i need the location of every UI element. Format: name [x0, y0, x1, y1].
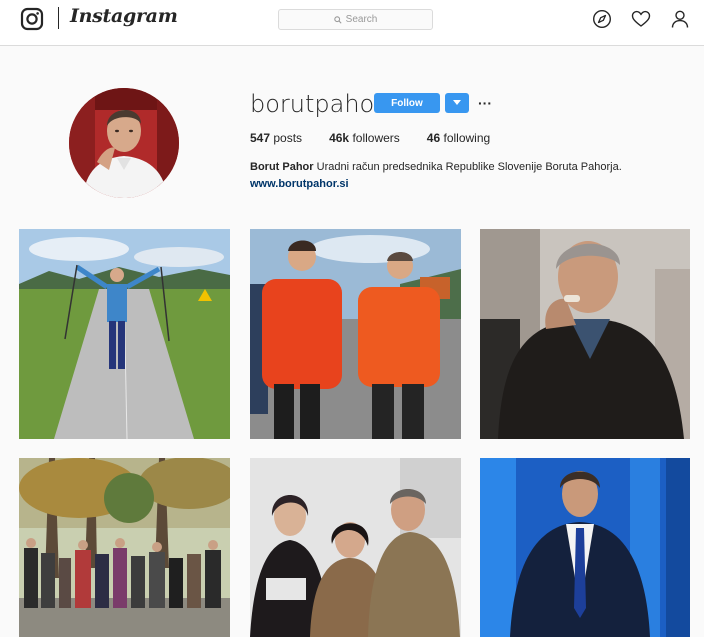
posts-count: 547: [250, 131, 271, 145]
posts-stat: 547 posts: [250, 131, 302, 145]
profile-bio-text: Uradni račun predsednika Republike Slove…: [316, 161, 622, 173]
post-image: [19, 458, 230, 637]
post-thumbnail[interactable]: [250, 458, 461, 637]
post-image: [250, 229, 461, 439]
profile-username: borutpahor: [250, 90, 385, 118]
post-image: [19, 229, 230, 439]
search-placeholder: Search: [345, 14, 378, 25]
follow-button[interactable]: Follow: [374, 93, 440, 113]
posts-label: posts: [273, 131, 303, 145]
top-navigation-bar: Instagram Search: [0, 0, 704, 46]
post-thumbnail[interactable]: [480, 458, 690, 637]
profile-user-icon[interactable]: [670, 9, 690, 29]
search-input[interactable]: Search: [278, 9, 433, 30]
post-image: [480, 458, 690, 637]
profile-full-name: Borut Pahor: [250, 161, 314, 173]
more-options-button[interactable]: ···: [478, 93, 492, 113]
activity-heart-icon[interactable]: [631, 9, 651, 29]
post-thumbnail[interactable]: [19, 229, 230, 439]
following-label: following: [443, 131, 491, 145]
followers-count: 46k: [329, 131, 350, 145]
instagram-wordmark[interactable]: Instagram: [70, 5, 178, 27]
post-image: [250, 458, 461, 637]
followers-label: followers: [352, 131, 400, 145]
search-icon: [333, 15, 342, 24]
post-thumbnail[interactable]: [250, 229, 461, 439]
post-image: [480, 229, 690, 439]
profile-avatar[interactable]: [69, 88, 179, 198]
explore-compass-icon[interactable]: [592, 9, 612, 29]
profile-bio: Borut Pahor Uradni račun predsednika Rep…: [250, 161, 622, 173]
logo-divider: [58, 7, 59, 29]
avatar-image: [69, 88, 179, 198]
profile-website-link[interactable]: www.borutpahor.si: [250, 178, 349, 190]
chevron-down-icon: [453, 100, 461, 105]
following-count: 46: [426, 131, 441, 145]
suggested-dropdown-button[interactable]: [445, 93, 469, 113]
instagram-logo-icon[interactable]: [20, 7, 44, 31]
post-thumbnail[interactable]: [480, 229, 690, 439]
post-thumbnail[interactable]: [19, 458, 230, 637]
followers-stat[interactable]: 46k followers: [329, 131, 400, 145]
profile-stats: 547 posts 46k followers 46 following: [250, 131, 517, 145]
following-stat[interactable]: 46 following: [427, 131, 490, 145]
